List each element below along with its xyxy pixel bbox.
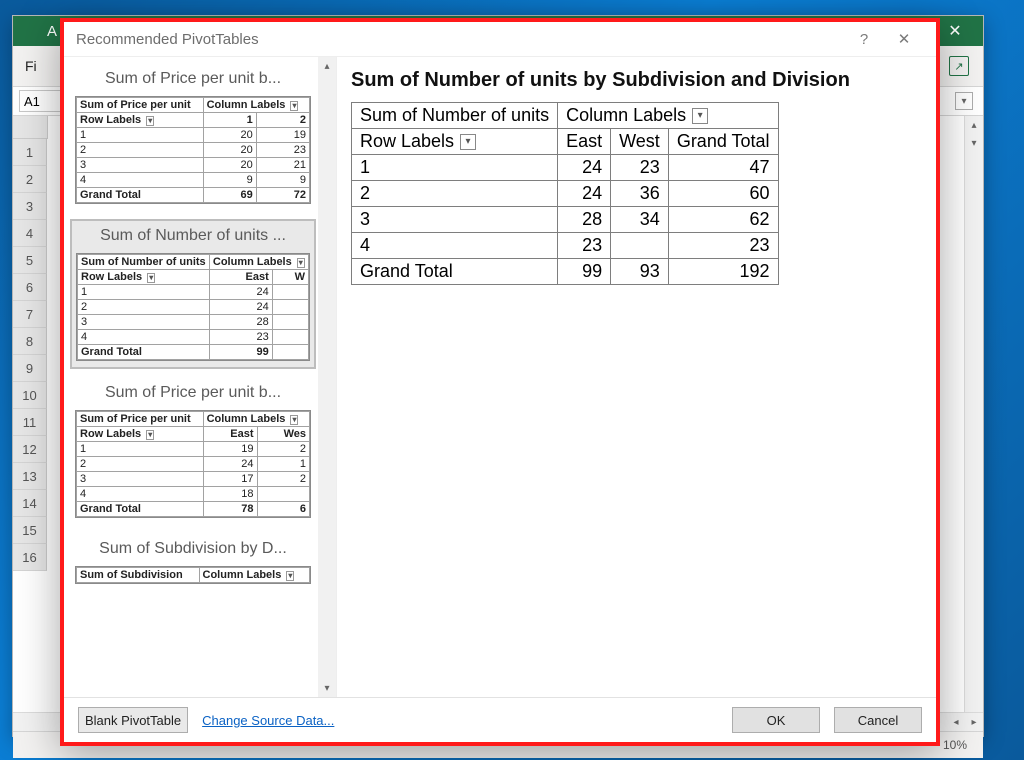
pivot-thumbnail[interactable]: Sum of Price per unit b...Sum of Price p… xyxy=(70,377,316,525)
dialog-footer: Blank PivotTable Change Source Data... O… xyxy=(64,697,936,742)
window-close-button[interactable]: ✕ xyxy=(935,21,975,41)
pivot-thumbnail[interactable]: Sum of Number of units ...Sum of Number … xyxy=(70,219,316,369)
row-labels-dropdown-icon[interactable]: ▾ xyxy=(460,134,476,150)
vertical-scrollbar[interactable]: ▴ ▾ xyxy=(964,116,983,712)
row-header[interactable]: 6 xyxy=(13,274,47,301)
row-header[interactable]: 14 xyxy=(13,490,47,517)
recommended-pivottables-dialog: Recommended PivotTables ? ✕ Sum of Price… xyxy=(60,18,940,746)
row-header[interactable]: 2 xyxy=(13,166,47,193)
pivot-thumbnail[interactable]: Sum of Subdivision by D... Sum of Subdivi… xyxy=(70,533,316,591)
thumbnail-table: Sum of Number of unitsColumn Labels ▾Row… xyxy=(76,253,310,361)
thumbnail-caption: Sum of Number of units ... xyxy=(72,221,314,251)
row-header[interactable]: 8 xyxy=(13,328,47,355)
help-button[interactable]: ? xyxy=(844,31,884,48)
scroll-right-icon[interactable]: ▸ xyxy=(965,713,983,731)
dialog-close-button[interactable]: ✕ xyxy=(884,30,924,48)
change-source-data-link[interactable]: Change Source Data... xyxy=(202,713,334,728)
dialog-body: Sum of Price per unit b...Sum of Price p… xyxy=(64,57,936,697)
row-header[interactable]: 11 xyxy=(13,409,47,436)
column-labels-dropdown-icon[interactable]: ▾ xyxy=(692,108,708,124)
row-header[interactable]: 15 xyxy=(13,517,47,544)
pivot-preview-pane: Sum of Number of units by Subdivision an… xyxy=(337,57,936,697)
cancel-button[interactable]: Cancel xyxy=(834,707,922,733)
thumbnail-caption: Sum of Price per unit b... xyxy=(71,64,315,94)
app-letter: A xyxy=(47,23,57,40)
dialog-title: Recommended PivotTables xyxy=(76,31,259,48)
row-header[interactable]: 7 xyxy=(13,301,47,328)
thumbnail-caption: Sum of Subdivision by D... xyxy=(71,534,315,564)
formula-bar-expand[interactable]: ▾ xyxy=(955,92,973,110)
row-header[interactable]: 5 xyxy=(13,247,47,274)
row-header[interactable]: 13 xyxy=(13,463,47,490)
scroll-left-icon[interactable]: ◂ xyxy=(947,713,965,731)
row-headers: 12345678910111213141516 xyxy=(13,139,47,571)
thumbs-scrollbar[interactable]: ▴ ▾ xyxy=(318,57,336,697)
pivot-thumbnails-list: Sum of Price per unit b...Sum of Price p… xyxy=(64,57,318,697)
row-header[interactable]: 12 xyxy=(13,436,47,463)
share-icon[interactable]: ↗ xyxy=(949,56,969,76)
preview-title: Sum of Number of units by Subdivision an… xyxy=(351,69,922,92)
file-tab[interactable]: Fi xyxy=(25,58,37,74)
select-all-corner[interactable] xyxy=(13,116,48,139)
scroll-down-icon[interactable]: ▾ xyxy=(965,134,983,152)
thumbnail-table: Sum of SubdivisionColumn Labels ▾ xyxy=(75,566,311,584)
thumbnail-table: Sum of Price per unitColumn Labels ▾Row … xyxy=(75,96,311,204)
row-header[interactable]: 9 xyxy=(13,355,47,382)
row-header[interactable]: 3 xyxy=(13,193,47,220)
thumbnail-caption: Sum of Price per unit b... xyxy=(71,378,315,408)
row-header[interactable]: 4 xyxy=(13,220,47,247)
zoom-level[interactable]: 10% xyxy=(943,738,967,752)
row-header[interactable]: 1 xyxy=(13,139,47,166)
thumbs-scroll-up-icon[interactable]: ▴ xyxy=(318,57,336,75)
thumbs-scroll-down-icon[interactable]: ▾ xyxy=(318,679,336,697)
pivot-thumbnail[interactable]: Sum of Price per unit b...Sum of Price p… xyxy=(70,63,316,211)
thumbnail-table: Sum of Price per unitColumn Labels ▾Row … xyxy=(75,410,311,518)
dialog-titlebar: Recommended PivotTables ? ✕ xyxy=(64,22,936,57)
ok-button[interactable]: OK xyxy=(732,707,820,733)
row-header[interactable]: 10 xyxy=(13,382,47,409)
blank-pivottable-button[interactable]: Blank PivotTable xyxy=(78,707,188,733)
scroll-up-icon[interactable]: ▴ xyxy=(965,116,983,134)
row-header[interactable]: 16 xyxy=(13,544,47,571)
preview-pivot-table: Sum of Number of unitsColumn Labels▾Row … xyxy=(351,102,779,285)
